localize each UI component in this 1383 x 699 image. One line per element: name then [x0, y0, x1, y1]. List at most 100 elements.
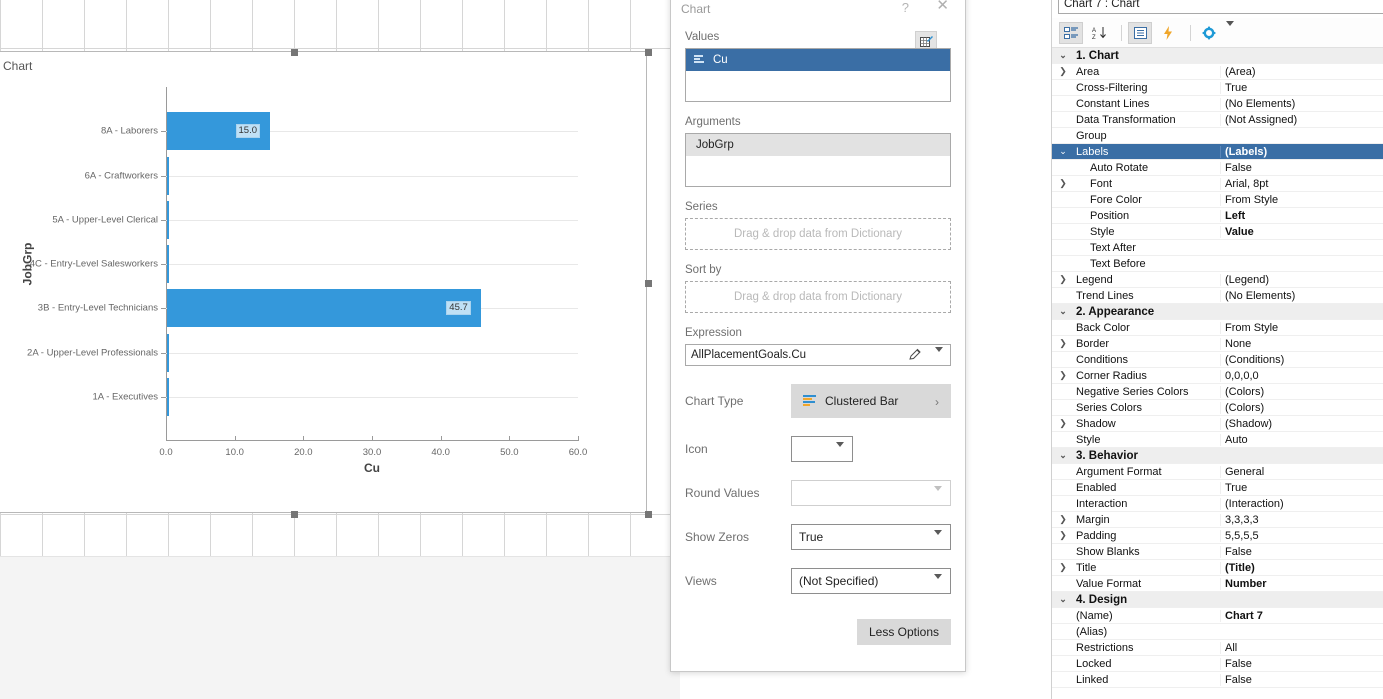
property-value[interactable]: (No Elements) — [1220, 97, 1383, 110]
settings-gear-icon[interactable] — [1197, 22, 1221, 44]
property-row[interactable]: Enabled True — [1052, 480, 1383, 496]
property-row[interactable]: Value Format Number — [1052, 576, 1383, 592]
icon-select[interactable] — [791, 436, 853, 462]
spreadsheet-canvas[interactable]: Chart 8A - Laborers 15.0 6A - Craftworkers… — [0, 0, 680, 699]
values-listbox[interactable]: Cu — [685, 48, 951, 102]
property-row[interactable]: Position Left — [1052, 208, 1383, 224]
chevron-right-icon[interactable]: ❯ — [1052, 274, 1074, 285]
bar-zero-stub[interactable] — [167, 200, 169, 239]
dialog-titlebar[interactable]: Chart ? ✕ — [671, 0, 965, 17]
property-category-row[interactable]: ⌄ 2. Appearance — [1052, 304, 1383, 320]
show-zeros-select[interactable]: True — [791, 524, 951, 550]
property-row[interactable]: Style Value — [1052, 224, 1383, 240]
chevron-right-icon[interactable]: ❯ — [1052, 178, 1074, 189]
property-row[interactable]: Series Colors (Colors) — [1052, 400, 1383, 416]
property-value[interactable]: False — [1220, 161, 1383, 174]
chevron-right-icon[interactable]: ❯ — [1052, 418, 1074, 429]
property-row[interactable]: Auto Rotate False — [1052, 160, 1383, 176]
values-list-item[interactable]: Cu — [686, 49, 950, 71]
property-value[interactable]: (Shadow) — [1220, 417, 1383, 430]
property-row[interactable]: Style Auto — [1052, 432, 1383, 448]
property-value[interactable]: From Style — [1220, 321, 1383, 334]
bar-zero-stub[interactable] — [167, 377, 169, 416]
chevron-right-icon[interactable]: ❯ — [1052, 66, 1074, 77]
pencil-icon[interactable] — [908, 348, 922, 365]
property-value[interactable]: All — [1220, 641, 1383, 654]
property-row[interactable]: Back Color From Style — [1052, 320, 1383, 336]
property-value[interactable]: General — [1220, 465, 1383, 478]
selection-handle[interactable] — [644, 48, 652, 56]
arguments-listbox[interactable]: JobGrp — [685, 133, 951, 187]
property-row[interactable]: ❯ Area (Area) — [1052, 64, 1383, 80]
property-value[interactable]: (Legend) — [1220, 273, 1383, 286]
categorized-view-icon[interactable] — [1059, 21, 1083, 44]
bar-zero-stub[interactable] — [167, 156, 169, 195]
selection-handle[interactable] — [644, 510, 652, 518]
chevron-right-icon[interactable]: ❯ — [1052, 514, 1074, 525]
views-select[interactable]: (Not Specified) — [791, 568, 951, 594]
bar-zero-stub[interactable] — [167, 333, 169, 372]
property-row[interactable]: ❯ Legend (Legend) — [1052, 272, 1383, 288]
property-value[interactable]: (Colors) — [1220, 385, 1383, 398]
property-value[interactable]: (Colors) — [1220, 401, 1383, 414]
less-options-button[interactable]: Less Options — [857, 619, 951, 645]
property-row[interactable]: Linked False — [1052, 672, 1383, 688]
expression-input[interactable]: AllPlacementGoals.Cu — [685, 344, 951, 366]
property-value[interactable]: (Area) — [1220, 65, 1383, 78]
property-category-row[interactable]: ⌄ 3. Behavior — [1052, 448, 1383, 464]
property-row[interactable]: Cross-Filtering True — [1052, 80, 1383, 96]
property-value[interactable]: (Not Assigned) — [1220, 113, 1383, 126]
property-value[interactable]: (No Elements) — [1220, 289, 1383, 302]
property-value[interactable]: (Conditions) — [1220, 353, 1383, 366]
chevron-down-icon[interactable]: ⌄ — [1052, 146, 1074, 157]
property-value[interactable]: Left — [1220, 209, 1383, 222]
property-value[interactable]: True — [1220, 481, 1383, 494]
property-pages-icon[interactable] — [1128, 21, 1152, 44]
chart-settings-dialog[interactable]: Chart ? ✕ Values Cu Arguments JobGrp Ser… — [670, 0, 966, 672]
chevron-right-icon[interactable]: ❯ — [1052, 338, 1074, 349]
properties-panel[interactable]: Chart 7 : Chart A Z ⌄ 1. Chart ❯ Area (A… — [1051, 0, 1383, 699]
properties-grid[interactable]: ⌄ 1. Chart ❯ Area (Area) Cross-Filtering True C… — [1052, 48, 1383, 693]
bar-zero-stub[interactable] — [167, 245, 169, 283]
property-value[interactable]: Value — [1220, 225, 1383, 238]
property-value[interactable]: From Style — [1220, 193, 1383, 206]
property-value[interactable]: Number — [1220, 577, 1383, 590]
chevron-right-icon[interactable]: ❯ — [1052, 370, 1074, 381]
property-row[interactable]: Data Transformation (Not Assigned) — [1052, 112, 1383, 128]
property-row[interactable]: ❯ Title (Title) — [1052, 560, 1383, 576]
property-row[interactable]: Show Blanks False — [1052, 544, 1383, 560]
property-row[interactable]: Conditions (Conditions) — [1052, 352, 1383, 368]
property-row[interactable]: ❯ Margin 3,3,3,3 — [1052, 512, 1383, 528]
property-value[interactable]: False — [1220, 545, 1383, 558]
property-value[interactable]: Arial, 8pt — [1220, 177, 1383, 190]
property-category-row[interactable]: ⌄ 4. Design — [1052, 592, 1383, 608]
alphabetical-sort-icon[interactable]: A Z — [1087, 22, 1111, 44]
gear-dropdown-caret[interactable] — [1226, 20, 1234, 40]
chevron-down-icon[interactable]: ⌄ — [1052, 594, 1074, 605]
close-icon[interactable]: ✕ — [936, 0, 949, 13]
property-row[interactable]: ❯ Padding 5,5,5,5 — [1052, 528, 1383, 544]
property-value[interactable]: None — [1220, 337, 1383, 350]
property-row[interactable]: ❯ Shadow (Shadow) — [1052, 416, 1383, 432]
help-icon[interactable]: ? — [902, 0, 909, 15]
property-value[interactable]: (Title) — [1220, 561, 1383, 574]
property-value[interactable]: (Labels) — [1220, 145, 1383, 158]
selection-handle[interactable] — [291, 510, 298, 518]
property-row[interactable]: Text Before — [1052, 256, 1383, 272]
events-icon[interactable] — [1156, 22, 1180, 44]
chart-type-button[interactable]: Clustered Bar › — [791, 384, 951, 418]
property-row[interactable]: (Alias) — [1052, 624, 1383, 640]
property-value[interactable]: 5,5,5,5 — [1220, 529, 1383, 542]
property-row[interactable]: Restrictions All — [1052, 640, 1383, 656]
properties-object-select[interactable]: Chart 7 : Chart — [1058, 0, 1383, 14]
property-row[interactable]: (Name) Chart 7 — [1052, 608, 1383, 624]
property-value[interactable]: False — [1220, 657, 1383, 670]
property-value[interactable]: 0,0,0,0 — [1220, 369, 1383, 382]
chevron-down-icon[interactable]: ⌄ — [1052, 450, 1074, 461]
selection-handle[interactable] — [644, 279, 652, 287]
bar[interactable]: 15.0 — [167, 112, 270, 151]
property-value[interactable]: 3,3,3,3 — [1220, 513, 1383, 526]
arguments-list-item[interactable]: JobGrp — [686, 134, 950, 156]
properties-toolbar[interactable]: A Z — [1052, 18, 1383, 48]
property-row[interactable]: Locked False — [1052, 656, 1383, 672]
